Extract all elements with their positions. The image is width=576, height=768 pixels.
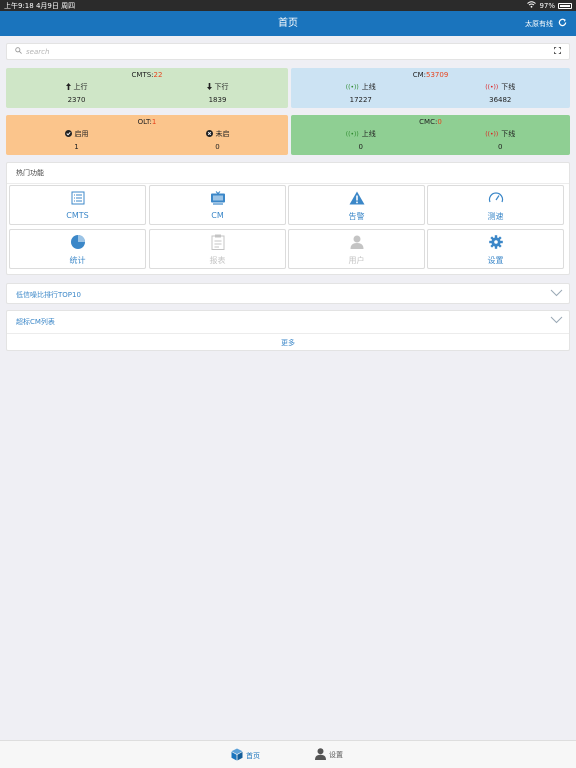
offline-signal-icon: ((•))	[485, 130, 499, 138]
tile-cm[interactable]: CM	[149, 185, 286, 225]
olt-disabled-label: 未启	[215, 130, 230, 138]
arrow-down-icon	[206, 82, 212, 92]
cmts-stat-card[interactable]: CMTS:22 上行 2370 下行 1839	[6, 68, 288, 108]
olt-label: OLT:	[137, 118, 152, 126]
status-time-date: 上午9:18 4月9日 周四	[4, 1, 76, 10]
monitor-icon	[150, 190, 285, 206]
tile-settings[interactable]: 设置	[427, 229, 564, 269]
cm-label: CM:	[412, 71, 426, 79]
tile-speedtest[interactable]: 测速	[427, 185, 564, 225]
pie-chart-icon	[10, 234, 145, 250]
refresh-action[interactable]: 太原有线	[525, 11, 567, 36]
tile-user[interactable]: 用户	[288, 229, 425, 269]
cmts-down-value: 1839	[208, 96, 227, 104]
olt-stat-card[interactable]: OLT:1 启用 1 未启 0	[6, 115, 288, 155]
cmc-online-label: 上线	[361, 130, 376, 138]
person-icon	[315, 748, 326, 762]
olt-enabled-label: 启用	[74, 130, 89, 138]
list-icon	[10, 190, 145, 206]
scan-icon[interactable]	[554, 47, 561, 56]
page-title: 首页	[278, 18, 298, 29]
speedometer-icon	[428, 190, 563, 206]
cmc-stat-card[interactable]: CMC:0 ((•)) 上线 0 ((•)) 下线 0	[291, 115, 570, 155]
cmc-count: 0	[437, 118, 442, 126]
x-circle-icon	[205, 129, 213, 139]
wifi-icon	[527, 1, 537, 10]
tile-label: 用户	[348, 256, 365, 265]
tile-label: 测速	[487, 212, 504, 221]
cm-online-label: 上线	[361, 83, 376, 91]
user-icon	[289, 234, 424, 250]
tab-settings-label: 设置	[329, 751, 343, 759]
low-snr-top10-panel[interactable]: 低信噪比排行TOP10	[6, 283, 570, 304]
online-signal-icon: ((•))	[345, 83, 359, 91]
cmc-label: CMC:	[419, 118, 438, 126]
cube-icon	[231, 748, 243, 763]
cmts-up-label: 上行	[73, 83, 88, 91]
divider	[7, 183, 569, 184]
search-icon	[15, 47, 22, 56]
battery-percent: 97%	[539, 1, 555, 10]
clipboard-icon	[150, 234, 285, 250]
tab-home[interactable]: 首页	[231, 748, 260, 763]
search-bar[interactable]: search	[6, 43, 570, 60]
org-label: 太原有线	[525, 19, 553, 28]
tile-alarm[interactable]: 告警	[288, 185, 425, 225]
cmc-online-value: 0	[358, 143, 363, 151]
cmts-down-label: 下行	[214, 83, 229, 91]
status-bar: 上午9:18 4月9日 周四 97%	[0, 0, 576, 11]
arrow-up-icon	[65, 82, 71, 92]
low-snr-title: 低信噪比排行TOP10	[16, 291, 81, 299]
cm-online-value: 17227	[349, 96, 372, 104]
battery-icon	[558, 2, 572, 9]
olt-enabled-value: 1	[74, 143, 79, 151]
chevron-down-icon[interactable]	[550, 316, 563, 326]
cmts-up-value: 2370	[67, 96, 86, 104]
cm-offline-value: 36482	[489, 96, 512, 104]
check-circle-icon	[64, 129, 72, 139]
tab-bar: 首页 设置	[0, 740, 576, 768]
tile-cmts[interactable]: CMTS	[9, 185, 146, 225]
online-signal-icon: ((•))	[345, 130, 359, 138]
tile-label: 统计	[69, 256, 86, 265]
tile-label: 告警	[348, 212, 365, 221]
tab-settings[interactable]: 设置	[315, 748, 343, 762]
nav-bar: 首页 太原有线	[0, 11, 576, 36]
hot-functions-panel: 热门功能 CMTS CM 告警 测速 统计 报表 用户 设置	[6, 162, 570, 275]
refresh-icon[interactable]	[558, 18, 567, 29]
cm-count: 53709	[426, 71, 449, 79]
tile-label: 设置	[487, 256, 504, 265]
gear-icon	[428, 234, 563, 250]
tile-label: CMTS	[66, 211, 89, 220]
exceed-cm-title[interactable]: 超标CM列表	[16, 317, 55, 327]
search-input[interactable]: search	[26, 48, 554, 56]
tile-label: 报表	[209, 256, 226, 265]
cm-stat-card[interactable]: CM:53709 ((•)) 上线 17227 ((•)) 下线 36482	[291, 68, 570, 108]
tile-report[interactable]: 报表	[149, 229, 286, 269]
more-link[interactable]: 更多	[7, 333, 569, 351]
olt-count: 1	[151, 118, 157, 126]
cm-offline-label: 下线	[501, 83, 516, 91]
tile-label: CM	[211, 211, 224, 220]
hot-functions-title: 热门功能	[16, 169, 44, 177]
cmc-offline-value: 0	[498, 143, 503, 151]
chevron-down-icon[interactable]	[550, 289, 563, 299]
cmts-count: 22	[153, 71, 163, 79]
olt-disabled-value: 0	[215, 143, 220, 151]
warning-icon	[289, 190, 424, 206]
exceed-cm-list-panel: 超标CM列表 更多	[6, 310, 570, 351]
tile-statistics[interactable]: 统计	[9, 229, 146, 269]
cmc-offline-label: 下线	[501, 130, 516, 138]
offline-signal-icon: ((•))	[485, 83, 499, 91]
cmts-label: CMTS:	[131, 71, 154, 79]
tab-home-label: 首页	[246, 751, 260, 760]
